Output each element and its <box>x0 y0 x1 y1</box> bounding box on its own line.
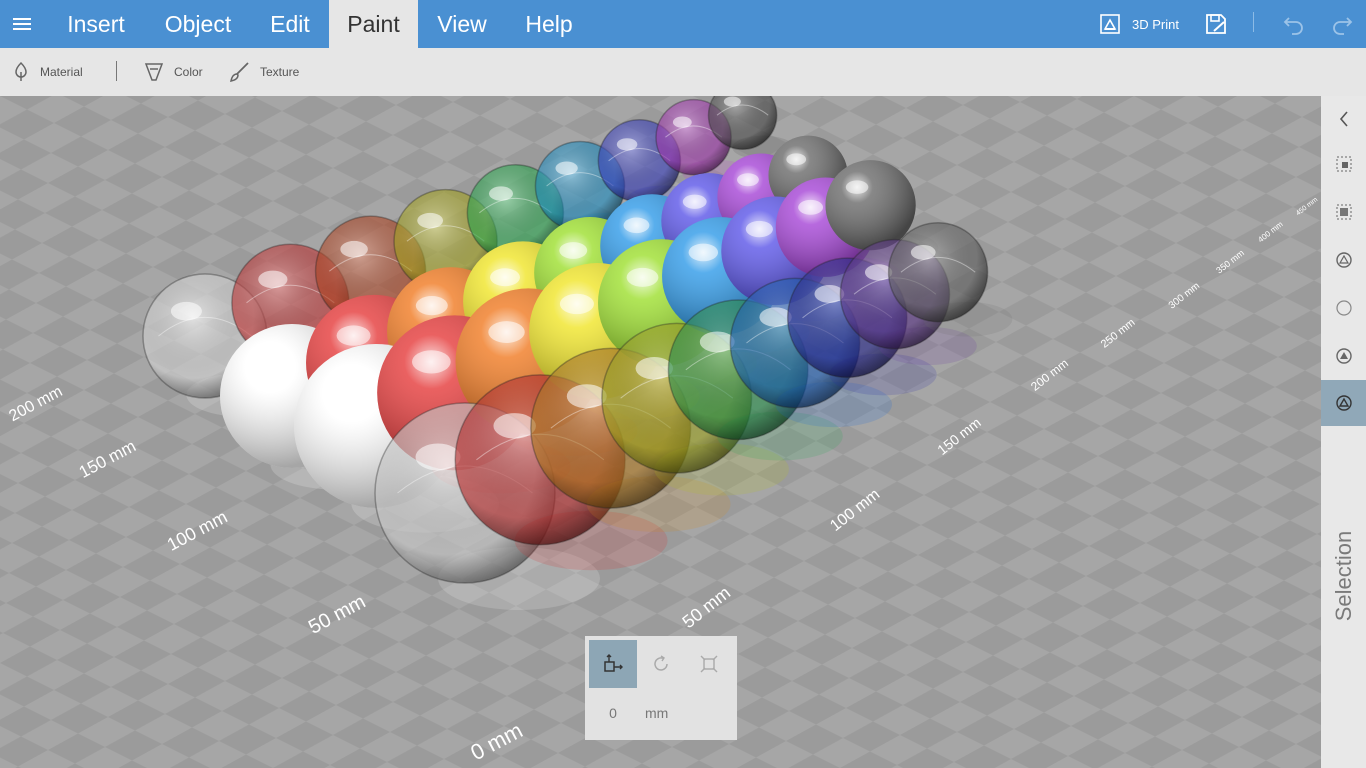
menubar-divider <box>1253 12 1254 32</box>
texture-tool[interactable]: Texture <box>228 60 299 84</box>
select-region-icon[interactable] <box>1321 189 1366 235</box>
undo-icon[interactable] <box>1280 10 1308 38</box>
tab-paint[interactable]: Paint <box>329 0 418 48</box>
save-icon[interactable] <box>1202 10 1230 38</box>
transform-widget: 0 mm <box>585 636 737 740</box>
material-label: Material <box>40 65 83 79</box>
tab-insert[interactable]: Insert <box>52 0 140 48</box>
transform-unit-label: mm <box>645 705 669 721</box>
selection-panel-label: Selection <box>1324 526 1364 626</box>
magic-select-icon[interactable] <box>1321 237 1366 283</box>
chevron-left-icon[interactable] <box>1321 96 1366 142</box>
paint-toolbar: Material Color Texture <box>0 48 1366 96</box>
tab-edit[interactable]: Edit <box>258 0 322 48</box>
redo-icon[interactable] <box>1328 10 1356 38</box>
3d-print-label: 3D Print <box>1132 16 1179 32</box>
3d-print-button[interactable]: 3D Print <box>1098 10 1179 38</box>
transform-value-input[interactable]: 0 <box>593 702 633 724</box>
tab-view[interactable]: View <box>428 0 496 48</box>
move-icon[interactable] <box>589 640 637 688</box>
tab-object[interactable]: Object <box>150 0 246 48</box>
color-tool[interactable]: Color <box>144 60 203 84</box>
print-3d-icon <box>1100 14 1120 34</box>
circle-icon[interactable] <box>1321 285 1366 331</box>
material-tool[interactable]: Material <box>12 60 83 84</box>
texture-brush-icon <box>230 62 249 82</box>
shape-select-icon[interactable] <box>1321 333 1366 379</box>
selection-mode-icon[interactable] <box>1321 380 1366 426</box>
select-all-icon[interactable] <box>1321 141 1366 187</box>
color-icon <box>144 63 164 81</box>
color-label: Color <box>174 65 203 79</box>
toolbar-divider <box>116 61 117 81</box>
hamburger-icon[interactable] <box>0 0 44 48</box>
selection-label-text: Selection <box>1331 530 1356 622</box>
scale-icon[interactable] <box>685 640 733 688</box>
texture-label: Texture <box>260 65 300 79</box>
menu-bar: Insert Object Edit Paint View Help 3D Pr… <box>0 0 1366 48</box>
right-panel: Selection <box>1321 96 1366 768</box>
material-icon <box>15 61 27 81</box>
tab-help[interactable]: Help <box>512 0 586 48</box>
rotate-icon[interactable] <box>637 640 685 688</box>
